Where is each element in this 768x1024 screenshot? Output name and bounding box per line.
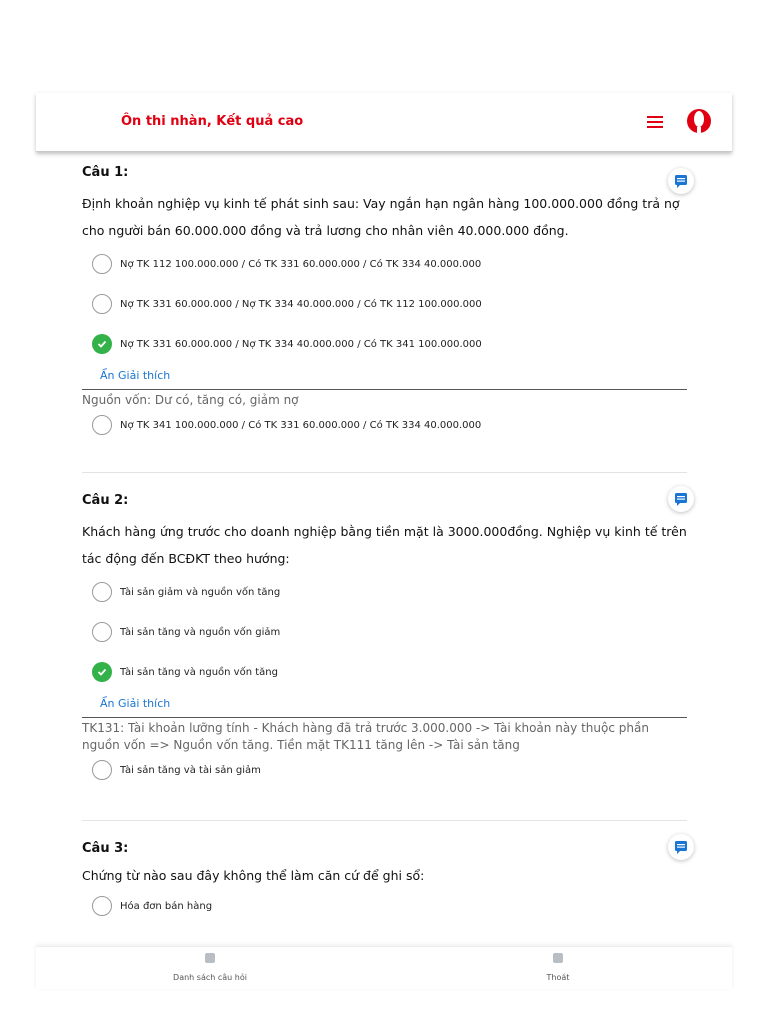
answer-option-selected[interactable]: Nợ TK 331 60.000.000 / Nợ TK 334 40.000.…: [92, 324, 687, 364]
answer-option[interactable]: Nợ TK 331 60.000.000 / Nợ TK 334 40.000.…: [92, 284, 687, 324]
question-text: Khách hàng ứng trước cho doanh nghiệp bằ…: [82, 524, 687, 566]
option-label: Nợ TK 331 60.000.000 / Nợ TK 334 40.000.…: [120, 338, 482, 350]
radio-button[interactable]: [92, 294, 112, 314]
option-label: Tài sản tăng và tài sản giảm: [120, 764, 261, 776]
question-1: Câu 1: Định khoản nghiệp vụ kinh tế phát…: [82, 164, 694, 445]
explanation-text: TK131: Tài khoản lưỡng tính - Khách hàng…: [82, 717, 687, 754]
question-text: Định khoản nghiệp vụ kinh tế phát sinh s…: [82, 196, 680, 238]
question-list-icon: [205, 953, 215, 963]
option-label: Hóa đơn bán hàng: [120, 900, 213, 912]
tab-exit[interactable]: Thoát: [478, 953, 638, 984]
bottom-nav: Danh sách câu hỏi Thoát: [36, 946, 732, 989]
radio-button[interactable]: [92, 415, 112, 435]
app-header: Ôn thi nhàn, Kết quả cao: [36, 93, 732, 152]
question-title: Câu 1:: [82, 165, 129, 180]
answer-option[interactable]: Nợ TK 112 100.000.000 / Có TK 331 60.000…: [92, 244, 687, 284]
radio-button[interactable]: [92, 582, 112, 602]
note-icon[interactable]: [668, 168, 694, 194]
question-text: Chứng từ nào sau đây không thể làm căn c…: [82, 868, 425, 883]
tab-label: Thoát: [546, 973, 570, 982]
checkmark-icon[interactable]: [92, 662, 112, 682]
brand-title: Ôn thi nhàn, Kết quả cao: [121, 114, 304, 129]
divider: [82, 472, 687, 473]
answer-option[interactable]: Hóa đơn bán hàng: [92, 886, 687, 926]
hamburger-icon[interactable]: [647, 112, 663, 132]
note-icon[interactable]: [668, 834, 694, 860]
option-label: Nợ TK 341 100.000.000 / Có TK 331 60.000…: [120, 419, 482, 431]
question-2: Câu 2: Khách hàng ứng trước cho doanh ng…: [82, 486, 694, 790]
radio-button[interactable]: [92, 622, 112, 642]
radio-button[interactable]: [92, 896, 112, 916]
answer-option[interactable]: Tài sản tăng và nguồn vốn giảm: [92, 612, 687, 652]
option-label: Nợ TK 331 60.000.000 / Nợ TK 334 40.000.…: [120, 298, 482, 310]
hide-explanation-link[interactable]: Ẩn Giải thích: [100, 369, 170, 382]
checkmark-icon[interactable]: [92, 334, 112, 354]
user-avatar-icon[interactable]: [685, 107, 713, 135]
tab-label: Danh sách câu hỏi: [173, 973, 247, 982]
hide-explanation-link[interactable]: Ẩn Giải thích: [100, 697, 170, 710]
option-label: Tài sản giảm và nguồn vốn tăng: [120, 586, 281, 598]
question-list[interactable]: Câu 1: Định khoản nghiệp vụ kinh tế phát…: [0, 152, 768, 944]
question-title: Câu 2:: [82, 493, 129, 508]
question-3: Câu 3: Chứng từ nào sau đây không thể là…: [82, 834, 694, 926]
note-icon[interactable]: [668, 486, 694, 512]
radio-button[interactable]: [92, 254, 112, 274]
option-label: Nợ TK 112 100.000.000 / Có TK 331 60.000…: [120, 258, 482, 270]
answer-option[interactable]: Nợ TK 341 100.000.000 / Có TK 331 60.000…: [92, 405, 687, 445]
divider: [82, 820, 687, 821]
question-title: Câu 3:: [82, 841, 129, 856]
answer-option[interactable]: Tài sản giảm và nguồn vốn tăng: [92, 572, 687, 612]
radio-button[interactable]: [92, 760, 112, 780]
exit-icon: [553, 953, 563, 963]
answer-option[interactable]: Tài sản tăng và tài sản giảm: [92, 750, 687, 790]
option-label: Tài sản tăng và nguồn vốn tăng: [120, 666, 278, 678]
option-label: Tài sản tăng và nguồn vốn giảm: [120, 626, 281, 638]
tab-question-list[interactable]: Danh sách câu hỏi: [130, 953, 290, 984]
answer-option-selected[interactable]: Tài sản tăng và nguồn vốn tăng: [92, 652, 687, 692]
